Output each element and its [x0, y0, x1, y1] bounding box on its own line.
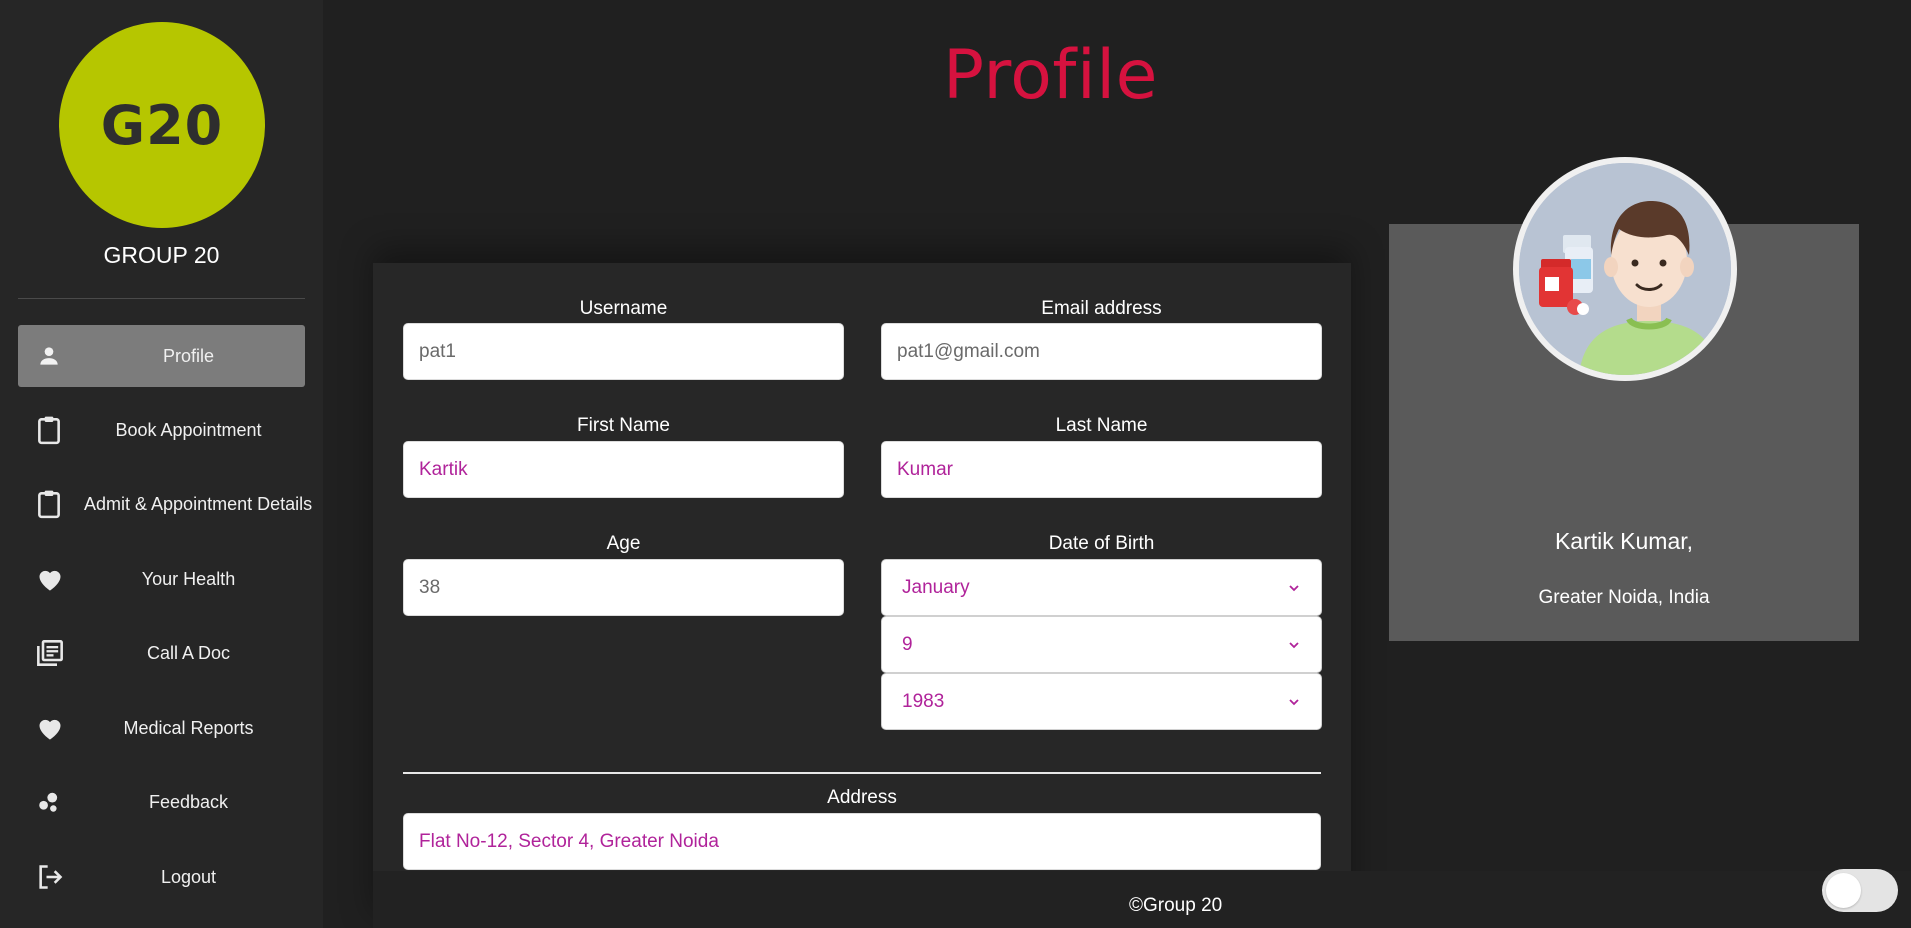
- dob-year-select[interactable]: 1983: [881, 673, 1322, 730]
- dob-label: Date of Birth: [1048, 533, 1155, 554]
- sidebar-item-label: Call A Doc: [146, 642, 231, 663]
- age-label: Age: [606, 533, 641, 554]
- sidebar-item-label: Profile: [162, 345, 215, 366]
- sidebar-divider: [18, 298, 305, 299]
- sidebar-item-label: Medical Reports: [123, 717, 254, 738]
- group-logo: G20: [59, 22, 265, 228]
- heart-icon: [36, 566, 76, 592]
- username-label: Username: [579, 298, 668, 319]
- logout-icon: [36, 863, 76, 891]
- dob-day-select[interactable]: 9: [881, 616, 1322, 673]
- sidebar-item-label: Feedback: [148, 791, 229, 812]
- dob-month-select[interactable]: January: [881, 559, 1322, 616]
- avatar: [1513, 157, 1737, 381]
- dob-year-value: 1983: [902, 690, 945, 712]
- clipboard-icon: [36, 415, 76, 445]
- chevron-down-icon: [1289, 698, 1299, 705]
- last-name-label: Last Name: [1055, 415, 1148, 436]
- patient-avatar-icon: [1519, 163, 1731, 375]
- toggle-knob: [1826, 873, 1861, 908]
- profile-name: Kartik Kumar,: [1554, 528, 1694, 554]
- sidebar-item-logout[interactable]: Logout: [18, 846, 305, 908]
- sidebar-item-admit-appointment-details[interactable]: Admit & Appointment Details: [18, 473, 312, 535]
- sidebar-item-call-a-doc[interactable]: Call A Doc: [18, 622, 305, 684]
- first-name-field[interactable]: [403, 441, 844, 498]
- theme-toggle[interactable]: [1822, 869, 1898, 912]
- sidebar-item-book-appointment[interactable]: Book Appointment: [18, 399, 305, 461]
- bubbles-icon: [36, 789, 76, 815]
- sidebar: G20 GROUP 20 Profile Book Appointment Ad…: [0, 0, 323, 928]
- age-field[interactable]: [403, 559, 844, 616]
- form-divider: [403, 772, 1321, 774]
- profile-form: Username Email address First Name Last N…: [373, 263, 1351, 928]
- email-label: Email address: [1041, 298, 1162, 319]
- clipboard-icon: [36, 489, 62, 519]
- chevron-down-icon: [1289, 641, 1299, 648]
- sidebar-item-label: Admit & Appointment Details: [84, 493, 313, 514]
- dob-day-value: 9: [902, 633, 913, 655]
- library-books-icon: [36, 639, 76, 667]
- page-title: Profile: [943, 36, 1158, 115]
- last-name-field[interactable]: [881, 441, 1322, 498]
- sidebar-item-your-health[interactable]: Your Health: [18, 548, 305, 610]
- email-field[interactable]: [881, 323, 1322, 380]
- chevron-down-icon: [1289, 584, 1299, 591]
- first-name-label: First Name: [577, 415, 670, 436]
- dob-month-value: January: [902, 576, 970, 598]
- username-field[interactable]: [403, 323, 844, 380]
- heart-icon: [36, 715, 76, 741]
- sidebar-item-medical-reports[interactable]: Medical Reports: [18, 697, 305, 759]
- sidebar-item-label: Logout: [160, 866, 217, 887]
- group-name: GROUP 20: [103, 242, 220, 268]
- sidebar-item-label: Your Health: [141, 568, 236, 589]
- sidebar-item-label: Book Appointment: [115, 419, 262, 440]
- profile-location: Greater Noida, India: [1538, 587, 1710, 608]
- address-field[interactable]: [403, 813, 1321, 870]
- logo-text: G20: [100, 93, 224, 157]
- sidebar-item-feedback[interactable]: Feedback: [18, 771, 305, 833]
- person-icon: [36, 343, 76, 369]
- address-label: Address: [827, 787, 897, 808]
- footer-copyright: ©Group 20: [1129, 895, 1223, 916]
- sidebar-item-profile[interactable]: Profile: [18, 325, 305, 387]
